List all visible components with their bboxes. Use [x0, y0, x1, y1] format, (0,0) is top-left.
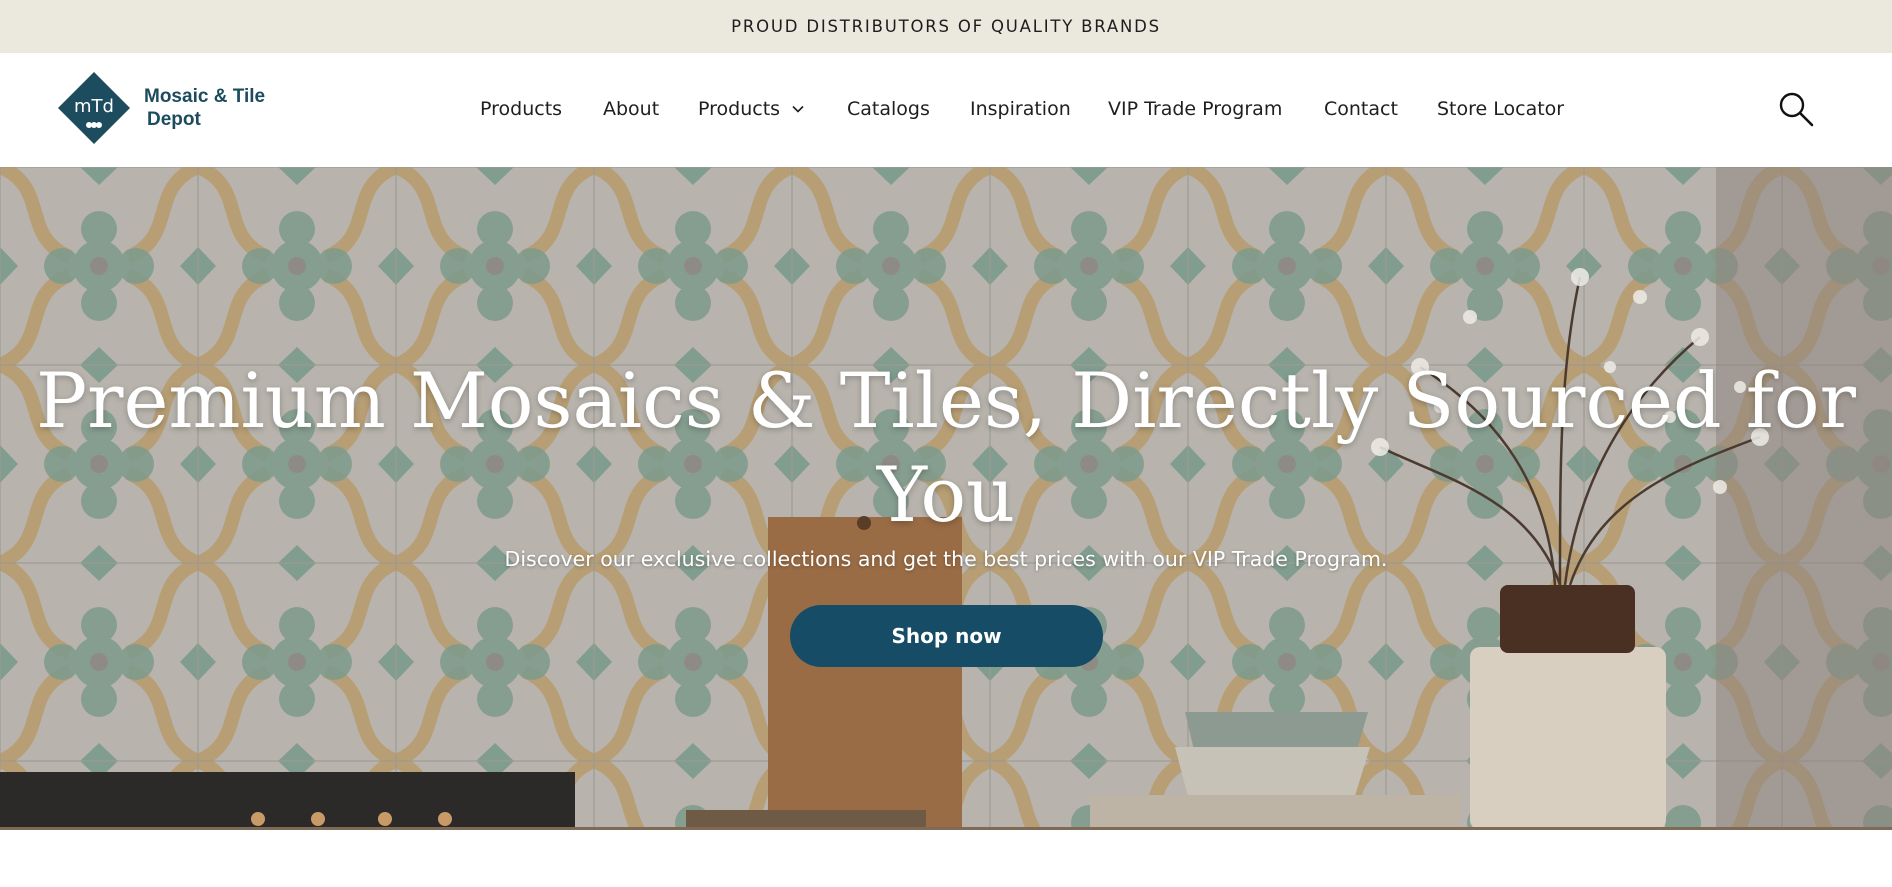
announcement-bar: PROUD DISTRIBUTORS OF QUALITY BRANDS: [0, 0, 1892, 53]
nav-about[interactable]: About: [603, 98, 659, 120]
nav-label: Contact: [1324, 98, 1398, 120]
chevron-down-icon: [792, 105, 804, 113]
site-header: mTd Mosaic & Tile Depot Products About P…: [0, 53, 1892, 167]
hero-title: Premium Mosaics & Tiles, Directly Source…: [35, 356, 1857, 539]
nav-inspiration[interactable]: Inspiration: [970, 98, 1071, 120]
nav-label: About: [603, 98, 660, 120]
search-icon[interactable]: [1776, 89, 1816, 129]
nav-products-dropdown[interactable]: Products: [698, 98, 805, 120]
nav-label: VIP Trade Program: [1108, 98, 1283, 120]
nav-label: Catalogs: [847, 98, 930, 120]
hero-subtitle: Discover our exclusive collections and g…: [504, 547, 1388, 571]
nav-store-locator[interactable]: Store Locator: [1437, 98, 1564, 120]
nav-catalogs[interactable]: Catalogs: [847, 98, 930, 120]
shop-now-button[interactable]: Shop now: [790, 605, 1103, 667]
nav-label: Products: [698, 98, 781, 120]
nav-label: Products: [480, 98, 563, 120]
nav-vip-trade-program[interactable]: VIP Trade Program: [1108, 98, 1282, 120]
main-nav: Products About Products Catalogs Inspira…: [0, 53, 1892, 167]
nav-label: Store Locator: [1437, 98, 1565, 120]
nav-products[interactable]: Products: [480, 98, 562, 120]
nav-contact[interactable]: Contact: [1324, 98, 1398, 120]
hero-banner: Premium Mosaics & Tiles, Directly Source…: [0, 167, 1892, 830]
nav-label: Inspiration: [970, 98, 1071, 120]
announcement-text: PROUD DISTRIBUTORS OF QUALITY BRANDS: [731, 17, 1161, 36]
